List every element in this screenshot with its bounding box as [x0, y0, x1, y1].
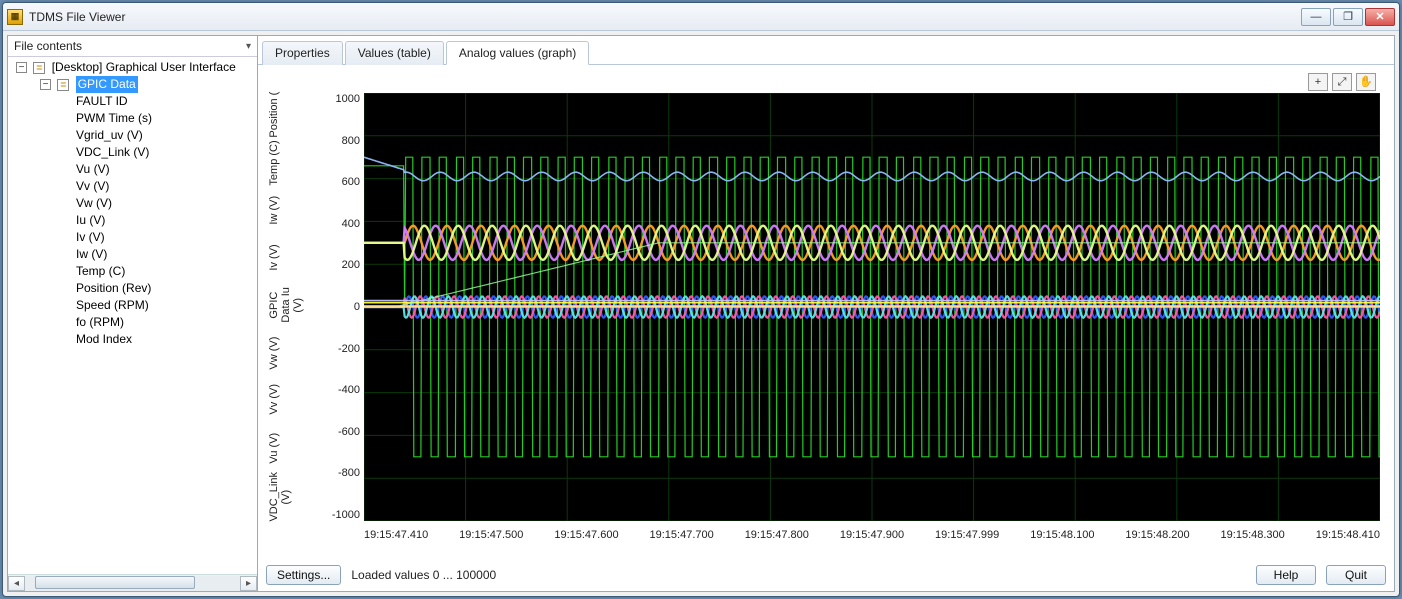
- x-tick: 19:15:47.500: [459, 529, 523, 541]
- pan-tool[interactable]: ✋: [1356, 73, 1376, 91]
- tree-root[interactable]: − ≣ [Desktop] Graphical User Interface −…: [10, 59, 255, 348]
- x-tick: 19:15:47.600: [554, 529, 618, 541]
- y-tick: -400: [322, 384, 360, 396]
- window-controls: — ❐ ✕: [1301, 8, 1395, 26]
- sidebar-header-label: File contents: [14, 39, 82, 53]
- settings-button[interactable]: Settings...: [266, 565, 341, 585]
- x-tick: 19:15:47.900: [840, 529, 904, 541]
- app-body: File contents ▾ − ≣ [Desktop] Graphical …: [7, 35, 1395, 592]
- scroll-right-button[interactable]: ▸: [240, 576, 257, 591]
- graph-toolbar: + ⤢ ✋: [1308, 73, 1376, 91]
- tree-leaf[interactable]: Iw (V): [58, 246, 255, 263]
- y-axis-label: Vv (V): [268, 376, 320, 424]
- y-axis-label: VDC_Link (V): [268, 472, 320, 522]
- y-axis-label: Position (: [268, 91, 320, 139]
- y-tick: 800: [322, 135, 360, 147]
- tree-leaf[interactable]: Vu (V): [58, 161, 255, 178]
- tab-properties[interactable]: Properties: [262, 41, 343, 65]
- titlebar: ▦ TDMS File Viewer — ❐ ✕: [3, 3, 1399, 31]
- y-tick: -1000: [322, 509, 360, 521]
- scroll-thumb[interactable]: [35, 576, 195, 589]
- tree-leaf[interactable]: Vv (V): [58, 178, 255, 195]
- bottom-bar: Settings... Loaded values 0 ... 100000 H…: [258, 561, 1394, 591]
- tree-leaf[interactable]: fo (RPM): [58, 314, 255, 331]
- crosshair-tool[interactable]: +: [1308, 73, 1328, 91]
- y-tick: -200: [322, 343, 360, 355]
- tab-values-table[interactable]: Values (table): [345, 41, 444, 65]
- y-tick: 0: [322, 301, 360, 313]
- y-tick: 200: [322, 259, 360, 271]
- x-tick: 19:15:47.800: [745, 529, 809, 541]
- sidebar: File contents ▾ − ≣ [Desktop] Graphical …: [8, 36, 258, 591]
- tree-leaf[interactable]: Position (Rev): [58, 280, 255, 297]
- y-axis-label: Vw (V): [268, 329, 320, 377]
- tree-group[interactable]: − ≣ GPIC Data FAULT IDPWM Time (s)Vgrid_…: [34, 76, 255, 348]
- x-tick: 19:15:48.410: [1316, 529, 1380, 541]
- help-button[interactable]: Help: [1256, 565, 1316, 585]
- close-button[interactable]: ✕: [1365, 8, 1395, 26]
- file-tree[interactable]: − ≣ [Desktop] Graphical User Interface −…: [8, 57, 257, 574]
- chart-canvas[interactable]: [364, 93, 1380, 521]
- scroll-left-button[interactable]: ◂: [8, 576, 25, 591]
- y-tick: 1000: [322, 93, 360, 105]
- tree-group-label: GPIC Data: [76, 76, 138, 93]
- status-text: Loaded values 0 ... 100000: [351, 568, 496, 582]
- tree-leaf[interactable]: Speed (RPM): [58, 297, 255, 314]
- app-icon: ▦: [7, 9, 23, 25]
- y-axis-label: Iv (V): [268, 234, 320, 282]
- y-axis-label: Vu (V): [268, 424, 320, 472]
- app-window: ▦ TDMS File Viewer — ❐ ✕ File contents ▾…: [2, 2, 1400, 597]
- quit-button[interactable]: Quit: [1326, 565, 1386, 585]
- tree-leaf[interactable]: Vw (V): [58, 195, 255, 212]
- tree-leaf[interactable]: Iu (V): [58, 212, 255, 229]
- sidebar-horizontal-scrollbar[interactable]: ◂ ▸: [8, 574, 257, 591]
- y-tick: 600: [322, 176, 360, 188]
- x-axis-ticks: 19:15:47.410 19:15:47.500 19:15:47.600 19:1…: [364, 529, 1380, 541]
- tree-leaf[interactable]: Iv (V): [58, 229, 255, 246]
- main-panel: PropertiesValues (table)Analog values (g…: [258, 36, 1394, 591]
- tab-bar: PropertiesValues (table)Analog values (g…: [258, 36, 1394, 65]
- y-axis-label: Iw (V): [268, 186, 320, 234]
- y-axis-label: GPIC Data Iu (V): [268, 281, 320, 329]
- y-axis-labels: Position (Temp (C)Iw (V)Iv (V)GPIC Data …: [268, 91, 320, 521]
- zoom-tool[interactable]: ⤢: [1332, 73, 1352, 91]
- tree-leaf[interactable]: PWM Time (s): [58, 110, 255, 127]
- scroll-track[interactable]: [25, 576, 240, 591]
- plot-area: + ⤢ ✋ Position (Temp (C)Iw (V)Iv (V)GPIC…: [268, 71, 1384, 561]
- y-axis-ticks: 1000 800 600 400 200 0 -200 -400 -600 -800 -1000: [322, 93, 360, 521]
- y-tick: -800: [322, 467, 360, 479]
- x-tick: 19:15:48.200: [1125, 529, 1189, 541]
- tab-analog-values-graph[interactable]: Analog values (graph): [446, 41, 589, 65]
- y-tick: -600: [322, 426, 360, 438]
- tree-leaf[interactable]: Mod Index: [58, 331, 255, 348]
- folder-icon: ≣: [57, 79, 69, 91]
- tree-leaf[interactable]: VDC_Link (V): [58, 144, 255, 161]
- chevron-down-icon: ▾: [246, 41, 251, 52]
- tree-leaf[interactable]: FAULT ID: [58, 93, 255, 110]
- tree-leaf[interactable]: Vgrid_uv (V): [58, 127, 255, 144]
- x-tick: 19:15:47.700: [650, 529, 714, 541]
- minimize-button[interactable]: —: [1301, 8, 1331, 26]
- x-tick: 19:15:47.410: [364, 529, 428, 541]
- y-tick: 400: [322, 218, 360, 230]
- collapse-icon[interactable]: −: [40, 79, 51, 90]
- collapse-icon[interactable]: −: [16, 62, 27, 73]
- tree-leaf[interactable]: Temp (C): [58, 263, 255, 280]
- window-title: TDMS File Viewer: [29, 10, 1301, 24]
- sidebar-header[interactable]: File contents ▾: [8, 36, 257, 57]
- x-tick: 19:15:47.999: [935, 529, 999, 541]
- tree-root-label: [Desktop] Graphical User Interface: [52, 60, 236, 74]
- maximize-button[interactable]: ❐: [1333, 8, 1363, 26]
- file-icon: ≣: [33, 62, 45, 74]
- y-axis-label: Temp (C): [268, 139, 320, 187]
- x-tick: 19:15:48.100: [1030, 529, 1094, 541]
- x-tick: 19:15:48.300: [1221, 529, 1285, 541]
